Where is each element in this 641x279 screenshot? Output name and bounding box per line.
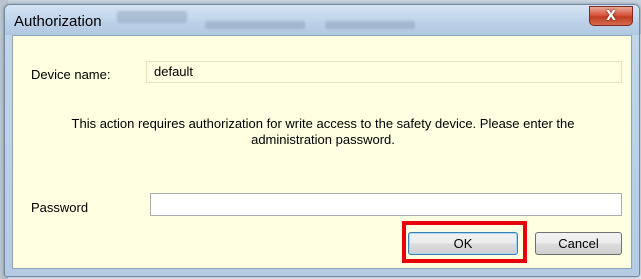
ok-button[interactable]: OK [408, 232, 518, 255]
title-bar[interactable]: Authorization X [5, 5, 639, 35]
close-button[interactable]: X [589, 6, 633, 26]
close-icon: X [605, 8, 617, 24]
background-blur [117, 11, 187, 23]
dialog-content: Device name: default This action require… [12, 35, 632, 269]
cancel-button[interactable]: Cancel [535, 232, 622, 255]
background-blur [325, 21, 415, 29]
message-line-1: This action requires authorization for w… [71, 116, 575, 131]
authorization-message: This action requires authorization for w… [37, 116, 609, 148]
authorization-dialog: Authorization X Device name: default Thi… [4, 4, 640, 277]
message-line-2: administration password. [251, 132, 395, 147]
password-input[interactable] [150, 193, 622, 216]
device-name-label: Device name: [31, 67, 111, 82]
password-label: Password [31, 200, 89, 215]
window-title: Authorization [14, 13, 102, 30]
background-blur [205, 21, 305, 29]
device-name-value: default [154, 64, 194, 79]
device-name-field[interactable]: default [146, 61, 622, 83]
